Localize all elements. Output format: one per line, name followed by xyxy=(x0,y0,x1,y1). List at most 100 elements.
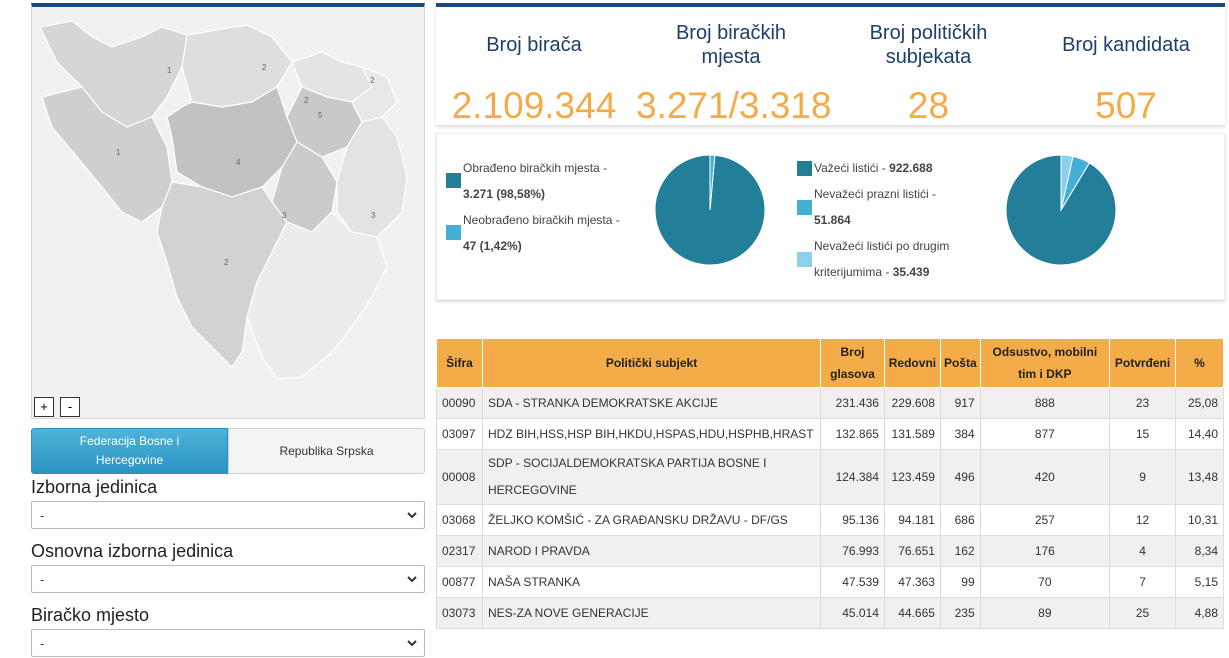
cell-sifra: 03068 xyxy=(436,504,483,536)
stat-polling-label: Broj biračkih mjesta xyxy=(675,22,787,68)
chevron-down-icon xyxy=(407,640,417,647)
legend-unprocessed-label: Neobrađeno biračkih mjesta - xyxy=(463,213,620,227)
zoom-out-button[interactable]: - xyxy=(60,397,80,417)
table-row[interactable]: 00090 SDA - STRANKA DEMOKRATSKE AKCIJE 231… xyxy=(436,387,1224,419)
table-row[interactable]: 00008 SDP - SOCIJALDEMOKRATSKA PARTIJA BO… xyxy=(436,449,1224,505)
map-label: 3 xyxy=(282,211,287,220)
cell-percent: 8,34 xyxy=(1175,535,1224,567)
map-label: 5 xyxy=(318,111,323,120)
cell-subject: SDP - SOCIJALDEMOKRATSKA PARTIJA BOSNE I… xyxy=(481,449,822,505)
biracko-mjesto-label: Biračko mjesto xyxy=(31,605,150,625)
legend-processed-value: 3.271 (98,58%) xyxy=(463,187,546,201)
legend-swatch-unprocessed xyxy=(446,225,461,240)
cell-confirmed: 25 xyxy=(1109,597,1177,629)
pie-polling-stations[interactable] xyxy=(654,154,766,266)
cell-absent: 70 xyxy=(979,566,1111,598)
cell-confirmed: 9 xyxy=(1109,449,1177,505)
legend-valid-label: Važeći listići - xyxy=(814,161,886,175)
entity-tabs: Federacija Bosne i Hercegovine Republika… xyxy=(31,428,425,474)
legend-swatch-other xyxy=(797,252,812,267)
left-panel: 1 2 2 2 5 1 4 3 3 2 + - Federacija Bosne… xyxy=(31,0,425,658)
stat-candidates-value: 507 xyxy=(1095,85,1157,126)
map-panel[interactable]: 1 2 2 2 5 1 4 3 3 2 + - xyxy=(31,3,425,419)
cell-regular: 47.363 xyxy=(883,566,941,598)
col-header-confirmed[interactable]: Potvrđeni xyxy=(1109,338,1177,388)
col-header-post[interactable]: Pošta xyxy=(939,338,981,388)
map-label: 2 xyxy=(262,63,267,72)
osnovna-izborna-jedinica-label: Osnovna izborna jedinica xyxy=(31,541,234,561)
table-row[interactable]: 03097 HDZ BIH,HSS,HSP BIH,HKDU,HSPAS,HDU,… xyxy=(436,418,1224,450)
cell-subject: NES-ZA NOVE GENERACIJE xyxy=(481,597,822,629)
cell-subject: SDA - STRANKA DEMOKRATSKE AKCIJE xyxy=(481,387,822,419)
col-header-absent[interactable]: Odsustvo, mobilni tim i DKP xyxy=(979,338,1111,388)
results-table-wrapper: Šifra Politički subjekt Broj glasova Red… xyxy=(436,338,1224,629)
cell-confirmed: 12 xyxy=(1109,504,1177,536)
col-header-sifra[interactable]: Šifra xyxy=(436,338,483,388)
cell-sifra: 00090 xyxy=(436,387,483,419)
biracko-mjesto-value: - xyxy=(40,636,45,651)
tab-rs[interactable]: Republika Srpska xyxy=(228,428,425,474)
cell-subject: ŽELJKO KOMŠIĆ - ZA GRAĐANSKU DRŽAVU - DF… xyxy=(481,504,822,536)
biracko-mjesto-select[interactable]: - xyxy=(31,629,425,657)
cell-percent: 4,88 xyxy=(1175,597,1224,629)
cell-percent: 10,31 xyxy=(1175,504,1224,536)
map-label: 1 xyxy=(116,148,121,157)
cell-votes: 231.436 xyxy=(820,387,885,419)
cell-regular: 94.181 xyxy=(883,504,941,536)
cell-sifra: 02317 xyxy=(436,535,483,567)
col-header-regular[interactable]: Redovni xyxy=(883,338,941,388)
cell-percent: 25,08 xyxy=(1175,387,1224,419)
cell-sifra: 00008 xyxy=(436,449,483,505)
legend-valid: Važeći listići - 922.688 xyxy=(814,155,994,181)
table-row[interactable]: 00877 NAŠA STRANKA 47.539 47.363 99 70 7 5,15 xyxy=(436,566,1224,598)
cell-subject: NAŠA STRANKA xyxy=(481,566,822,598)
tab-fbih[interactable]: Federacija Bosne i Hercegovine xyxy=(31,428,228,474)
cell-post: 162 xyxy=(939,535,981,567)
cell-regular: 123.459 xyxy=(883,449,941,505)
stat-candidates-label: Broj kandidata xyxy=(1062,34,1190,56)
osnovna-izborna-jedinica-select[interactable]: - xyxy=(31,565,425,593)
cell-absent: 89 xyxy=(979,597,1111,629)
map-label: 2 xyxy=(370,76,375,85)
cell-subject: HDZ BIH,HSS,HSP BIH,HKDU,HSPAS,HDU,HSPHB… xyxy=(481,418,822,450)
legend-swatch-processed xyxy=(446,173,461,188)
table-row[interactable]: 03073 NES-ZA NOVE GENERACIJE 45.014 44.665 2… xyxy=(436,597,1224,629)
legend-swatch-valid xyxy=(797,161,812,176)
cell-confirmed: 23 xyxy=(1109,387,1177,419)
cell-percent: 14,40 xyxy=(1175,418,1224,450)
table-row[interactable]: 02317 NAROD I PRAVDA 76.993 76.651 162 176 4 8,… xyxy=(436,535,1224,567)
stat-subjects-label: Broj političkih subjekata xyxy=(869,22,988,68)
col-header-subject[interactable]: Politički subjekt xyxy=(481,338,822,388)
stat-voters-value: 2.109.344 xyxy=(451,85,617,126)
bih-map[interactable]: 1 2 2 2 5 1 4 3 3 2 xyxy=(32,7,424,418)
zoom-in-button[interactable]: + xyxy=(34,397,54,417)
stat-political-subjects: Broj političkih subjekata 28 xyxy=(846,21,1011,126)
cell-absent: 176 xyxy=(979,535,1111,567)
cell-percent: 13,48 xyxy=(1175,449,1224,505)
pie-ballots[interactable] xyxy=(1005,154,1117,266)
map-label: 2 xyxy=(304,96,309,105)
stat-voters: Broj birača 2.109.344 xyxy=(444,21,624,126)
legend-unprocessed: Neobrađeno biračkih mjesta - 47 (1,42%) xyxy=(463,207,653,259)
cell-absent: 888 xyxy=(979,387,1111,419)
chevron-down-icon xyxy=(407,576,417,583)
izborna-jedinica-select[interactable]: - xyxy=(31,501,425,529)
cell-regular: 44.665 xyxy=(883,597,941,629)
cell-subject: NAROD I PRAVDA xyxy=(481,535,822,567)
cell-regular: 131.589 xyxy=(883,418,941,450)
legend-valid-value: 922.688 xyxy=(889,161,933,175)
stat-subjects-value: 28 xyxy=(907,85,950,126)
chevron-down-icon xyxy=(407,512,417,519)
cell-votes: 124.384 xyxy=(820,449,885,505)
stat-voters-label: Broj birača xyxy=(486,34,582,56)
table-row[interactable]: 03068 ŽELJKO KOMŠIĆ - ZA GRAĐANSKU DRŽAVU… xyxy=(436,504,1224,536)
cell-absent: 420 xyxy=(979,449,1111,505)
cell-votes: 45.014 xyxy=(820,597,885,629)
cell-sifra: 00877 xyxy=(436,566,483,598)
legend-other-value: 35.439 xyxy=(892,265,930,279)
cell-confirmed: 15 xyxy=(1109,418,1177,450)
izborna-jedinica-value: - xyxy=(40,508,45,523)
col-header-votes[interactable]: Broj glasova xyxy=(820,338,885,388)
col-header-percent[interactable]: % xyxy=(1175,338,1224,388)
cell-post: 235 xyxy=(939,597,981,629)
